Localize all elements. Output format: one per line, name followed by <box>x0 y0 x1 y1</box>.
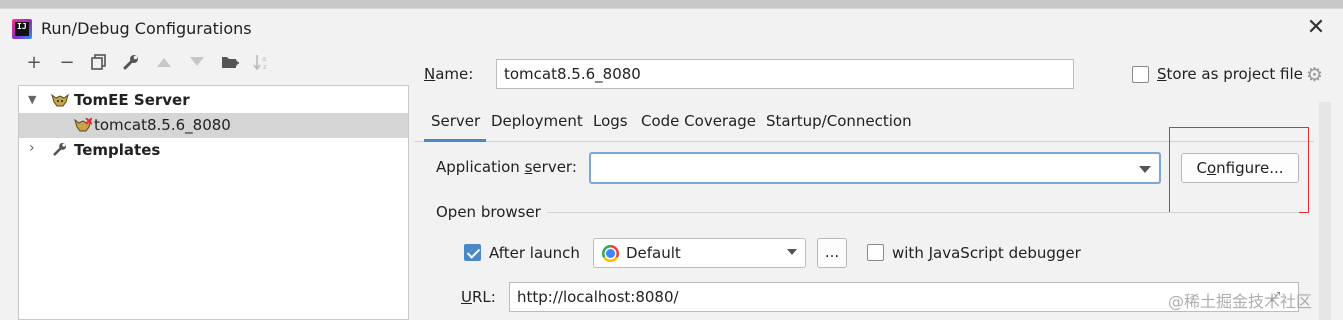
copy-icon[interactable] <box>87 50 111 74</box>
open-browser-section-label: Open browser <box>436 203 541 221</box>
chevron-down-icon <box>787 249 797 255</box>
move-up-icon[interactable] <box>152 50 176 74</box>
after-launch-checkbox[interactable] <box>464 244 481 261</box>
wrench-icon <box>53 142 67 156</box>
browse-browsers-button[interactable]: ... <box>817 238 847 268</box>
svg-text:z: z <box>263 63 267 71</box>
browser-value: Default <box>626 244 681 262</box>
tomcat-icon <box>51 93 69 107</box>
chevron-down-icon <box>1139 166 1151 173</box>
watermark-text: @稀土掘金技术社区 <box>1168 292 1313 311</box>
new-folder-icon[interactable] <box>218 50 242 74</box>
tree-item-tomcat-config[interactable]: tomcat8.5.6_8080 <box>19 113 408 138</box>
tab-logs[interactable]: Logs <box>593 112 628 130</box>
tab-startup-connection[interactable]: Startup/Connection <box>766 112 912 130</box>
tomcat-config-icon <box>74 118 92 132</box>
gear-icon[interactable]: ⚙ <box>1306 64 1323 86</box>
tree-group-tomee-server[interactable]: ▼ TomEE Server <box>19 88 408 113</box>
tree-item-label: tomcat8.5.6_8080 <box>94 116 231 134</box>
url-label: URL: <box>461 288 496 306</box>
section-divider <box>547 212 1299 213</box>
store-as-project-file-checkbox[interactable] <box>1132 66 1149 83</box>
name-label: Name: <box>424 65 474 83</box>
application-server-dropdown[interactable] <box>589 152 1161 184</box>
window-title: Run/Debug Configurations <box>41 19 252 38</box>
tab-code-coverage[interactable]: Code Coverage <box>641 112 756 130</box>
after-launch-label: After launch <box>489 244 580 262</box>
wrench-icon[interactable] <box>119 50 143 74</box>
tree-templates-label: Templates <box>74 141 161 159</box>
highlight-annotation-box <box>1169 127 1309 213</box>
application-server-label: Application server: <box>436 158 577 176</box>
store-as-project-file-label: Store as project file <box>1157 65 1303 83</box>
tab-server[interactable]: Server <box>431 112 480 130</box>
javascript-debugger-label: with JavaScript debugger <box>892 244 1081 262</box>
chevron-down-icon[interactable]: ▼ <box>28 93 36 106</box>
tree-group-label: TomEE Server <box>74 91 190 109</box>
close-icon[interactable]: ✕ <box>1304 16 1328 40</box>
name-field[interactable]: tomcat8.5.6_8080 <box>496 59 1074 89</box>
add-icon[interactable]: + <box>22 50 46 74</box>
configuration-tree[interactable]: ▼ TomEE Server tomcat8.5.6_8080 › Templa… <box>18 85 409 320</box>
intellij-app-icon: IJ <box>12 19 32 39</box>
svg-text:a: a <box>262 55 266 63</box>
active-tab-indicator <box>424 139 486 142</box>
tab-deployment[interactable]: Deployment <box>491 112 583 130</box>
move-down-icon[interactable] <box>185 50 209 74</box>
remove-icon[interactable]: − <box>55 50 79 74</box>
tree-group-templates[interactable]: › Templates <box>19 138 408 163</box>
title-bar: IJ Run/Debug Configurations ✕ <box>0 9 1343 49</box>
vertical-scrollbar[interactable] <box>1319 102 1331 320</box>
chrome-icon <box>602 245 619 262</box>
chevron-right-icon[interactable]: › <box>29 140 35 156</box>
sort-icon[interactable]: az <box>250 50 274 74</box>
javascript-debugger-checkbox[interactable] <box>867 244 884 261</box>
browser-dropdown[interactable]: Default <box>593 238 806 268</box>
